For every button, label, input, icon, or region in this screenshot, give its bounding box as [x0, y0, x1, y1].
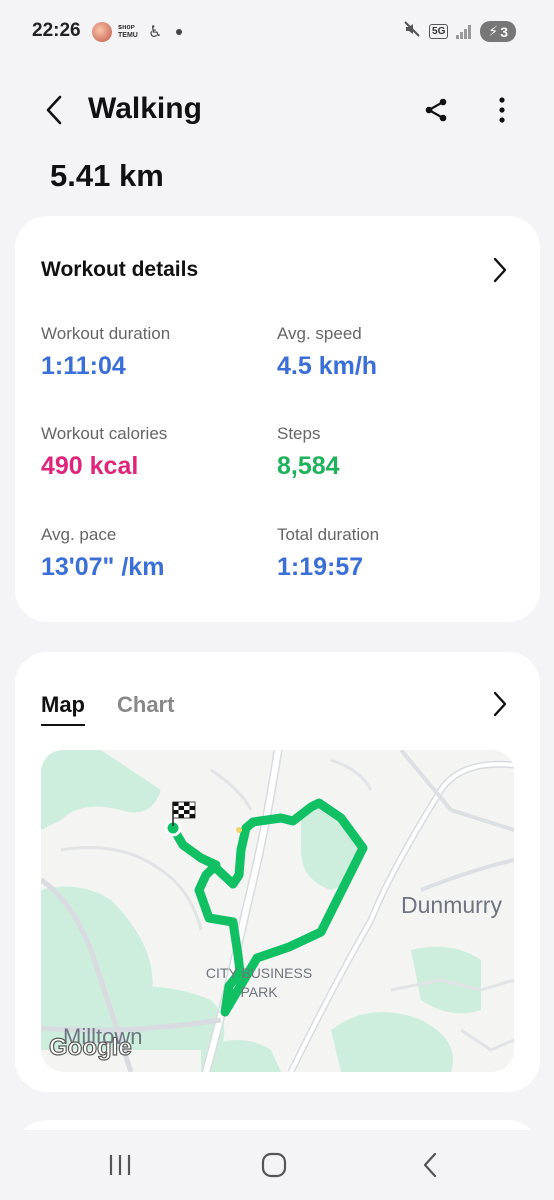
- more-notifications-dot-icon: [176, 29, 183, 35]
- notification-icons: ꜱʜᴏᴘ TEMU ♿: [92, 22, 183, 42]
- status-bar: 22:26 ꜱʜᴏᴘ TEMU ♿ 5G ⚡ 3: [0, 0, 554, 64]
- home-button[interactable]: [254, 1148, 294, 1182]
- google-logo: Google: [48, 1033, 132, 1061]
- tab-chart[interactable]: Chart: [117, 692, 174, 726]
- system-status-icons: 5G ⚡ 3: [403, 20, 516, 43]
- signal-icon: [456, 24, 472, 39]
- stat-value: 8,584: [277, 452, 340, 480]
- stat-avg-speed: Avg. speed 4.5 km/h: [277, 324, 377, 381]
- workout-details-chevron-icon[interactable]: [486, 254, 514, 286]
- map-label-business-park: CITY BUSINESS PARK: [205, 965, 313, 1000]
- more-options-button[interactable]: [484, 92, 520, 128]
- map-chart-card: Map Chart Dunmurry CITY BUSINESS PARK Mi…: [15, 652, 540, 1092]
- stat-steps: Steps 8,584: [277, 424, 340, 481]
- battery-level: 3: [500, 23, 508, 40]
- network-5g-icon: 5G: [429, 24, 449, 39]
- recent-apps-button[interactable]: [100, 1148, 140, 1182]
- stat-value: 1:11:04: [41, 352, 126, 380]
- stat-value: 13'07" /km: [41, 553, 165, 581]
- recent-apps-icon: [109, 1155, 131, 1175]
- workout-details-card[interactable]: Workout details Workout duration 1:11:04…: [15, 216, 540, 622]
- stat-total-duration: Total duration 1:19:57: [277, 525, 379, 582]
- map-label-dunmurry: Dunmurry: [401, 892, 502, 918]
- charging-bolt-icon: ⚡: [488, 23, 499, 39]
- stat-value: 4.5 km/h: [277, 352, 378, 380]
- stat-workout-duration: Workout duration 1:11:04: [41, 324, 170, 381]
- stat-value: 490 kcal: [41, 452, 139, 480]
- home-icon: [261, 1152, 287, 1178]
- system-back-button[interactable]: [410, 1148, 450, 1182]
- mute-icon: [403, 20, 421, 43]
- stat-label: Avg. pace: [41, 525, 117, 544]
- more-vertical-icon: [499, 97, 505, 123]
- stat-label: Steps: [277, 424, 321, 443]
- stat-label: Avg. speed: [277, 324, 362, 343]
- back-arrow-icon: [46, 95, 62, 125]
- stat-workout-calories: Workout calories 490 kcal: [41, 424, 167, 481]
- stat-avg-pace: Avg. pace 13'07" /km: [41, 525, 164, 582]
- accessibility-icon: ♿: [148, 24, 163, 41]
- page-title: Walking: [88, 92, 202, 125]
- share-button[interactable]: [418, 92, 454, 128]
- game-notification-icon: [92, 22, 112, 42]
- map-chart-tabs: Map Chart: [41, 692, 174, 726]
- route-map[interactable]: Dunmurry CITY BUSINESS PARK Milltown Goo…: [41, 750, 514, 1072]
- share-icon: [425, 98, 447, 122]
- stat-label: Workout duration: [41, 324, 171, 343]
- system-nav-bar: [0, 1130, 554, 1200]
- tab-map[interactable]: Map: [41, 692, 85, 726]
- back-button[interactable]: [36, 90, 72, 130]
- back-chevron-icon: [423, 1152, 437, 1178]
- stat-value: 1:19:57: [277, 553, 364, 581]
- workout-details-title: Workout details: [41, 258, 199, 281]
- stat-label: Workout calories: [41, 424, 168, 443]
- battery-icon: ⚡ 3: [480, 21, 516, 42]
- total-distance: 5.41 km: [50, 158, 164, 193]
- status-time: 22:26: [32, 20, 81, 41]
- map-chevron-icon[interactable]: [486, 688, 514, 720]
- stat-label: Total duration: [277, 525, 380, 544]
- app-header: Walking: [0, 80, 554, 140]
- temu-notification-icon: ꜱʜᴏᴘ TEMU: [118, 24, 138, 39]
